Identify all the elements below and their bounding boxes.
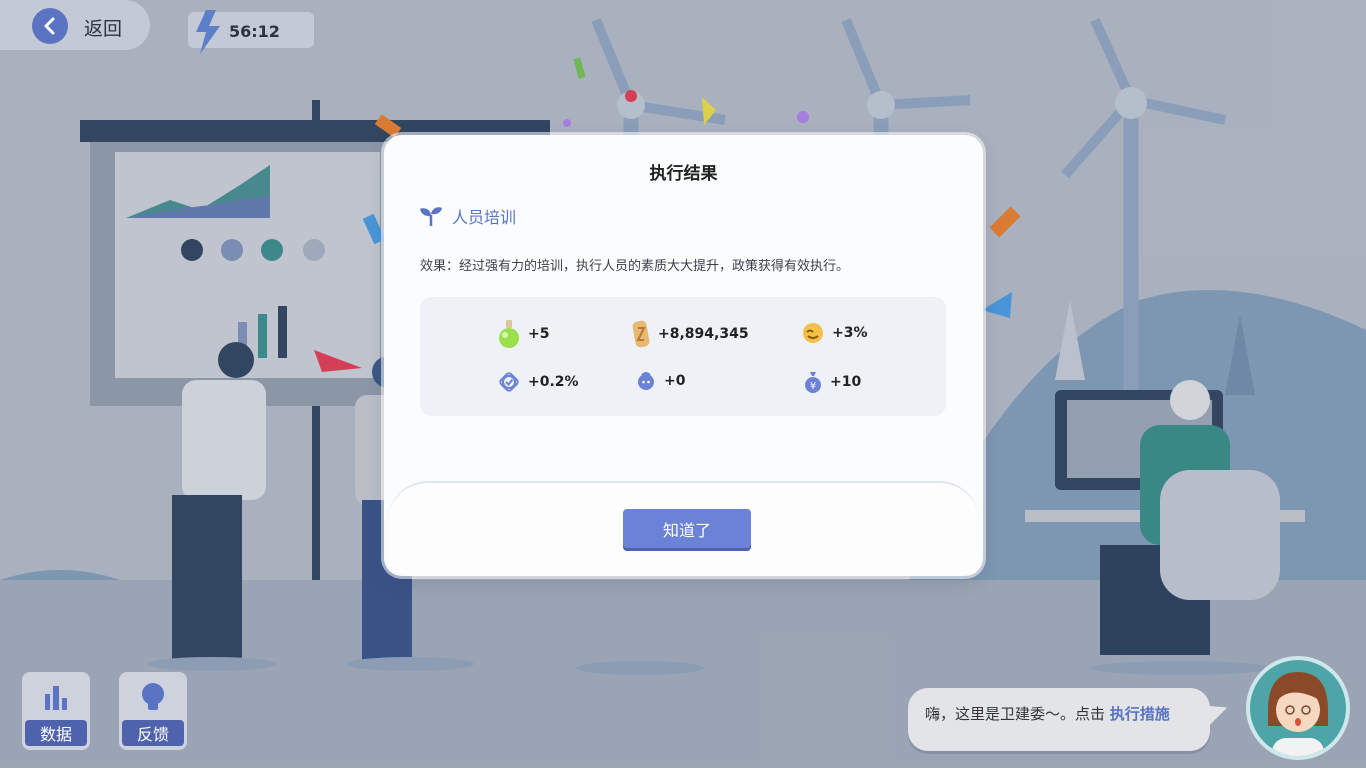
measure-header: 人员培训	[418, 204, 516, 228]
back-label: 返回	[84, 18, 123, 40]
person-head-icon	[638, 372, 654, 390]
execute-measures-link[interactable]: 执行措施	[1110, 705, 1170, 723]
stat-value: +0.2%	[528, 374, 579, 390]
stat-value: +8,894,345	[658, 326, 749, 342]
lightbulb-icon	[142, 683, 164, 710]
data-button-label: 数据	[25, 720, 87, 746]
result-dialog: 执行结果 人员培训 效果：经过强有力的培训，执行人员的素质大大提升，政策获得有效…	[384, 135, 983, 576]
stat-approval: +0.2%	[498, 371, 579, 393]
lightning-icon	[196, 10, 220, 54]
assistant-avatar[interactable]	[1246, 656, 1350, 760]
stats-panel: +5 +8,894,345 +3% +0.2% +0 ¥ +10	[420, 297, 946, 416]
timer-panel: 56:12	[188, 10, 314, 54]
satisfaction-face-icon	[803, 323, 823, 343]
gold-money-icon	[632, 320, 650, 348]
back-arrow-icon	[32, 8, 68, 44]
stat-satisfaction: +3%	[802, 322, 868, 344]
stat-potion: +5	[498, 319, 549, 349]
svg-text:¥: ¥	[810, 381, 816, 392]
ok-button[interactable]: 知道了	[623, 509, 751, 548]
timer-value: 56:12	[229, 22, 280, 41]
stat-money: +8,894,345	[632, 319, 749, 349]
potion-icon	[499, 320, 519, 348]
assistant-message: 嗨，这里是卫建委～。点击 执行措施	[925, 703, 1170, 724]
assistant-speech-bubble: 嗨，这里是卫建委～。点击 执行措施	[908, 688, 1210, 751]
back-button[interactable]: 返回	[0, 0, 150, 50]
stat-value: +5	[528, 326, 550, 342]
stat-value: +10	[830, 374, 862, 390]
stat-population: +0	[636, 371, 685, 391]
feedback-button-label: 反馈	[122, 720, 184, 746]
assistant-message-text: 嗨，这里是卫建委～。点击	[925, 705, 1110, 723]
stat-funding: ¥ +10	[804, 371, 861, 393]
dialog-footer: 知道了	[388, 481, 979, 574]
stat-value: +0	[664, 373, 686, 389]
stat-value: +3%	[832, 325, 868, 341]
money-bag-icon: ¥	[805, 372, 821, 393]
measure-name: 人员培训	[452, 208, 517, 227]
feedback-button[interactable]: 反馈	[119, 672, 187, 750]
assistant-face-icon	[1268, 672, 1328, 756]
effect-description: 效果：经过强有力的培训，执行人员的素质大大提升，政策获得有效执行。	[420, 259, 850, 274]
data-button[interactable]: 数据	[22, 672, 90, 750]
sprout-icon	[420, 207, 442, 226]
bar-chart-icon	[45, 686, 67, 710]
check-badge-icon	[499, 372, 519, 392]
dialog-title: 执行结果	[649, 164, 718, 184]
